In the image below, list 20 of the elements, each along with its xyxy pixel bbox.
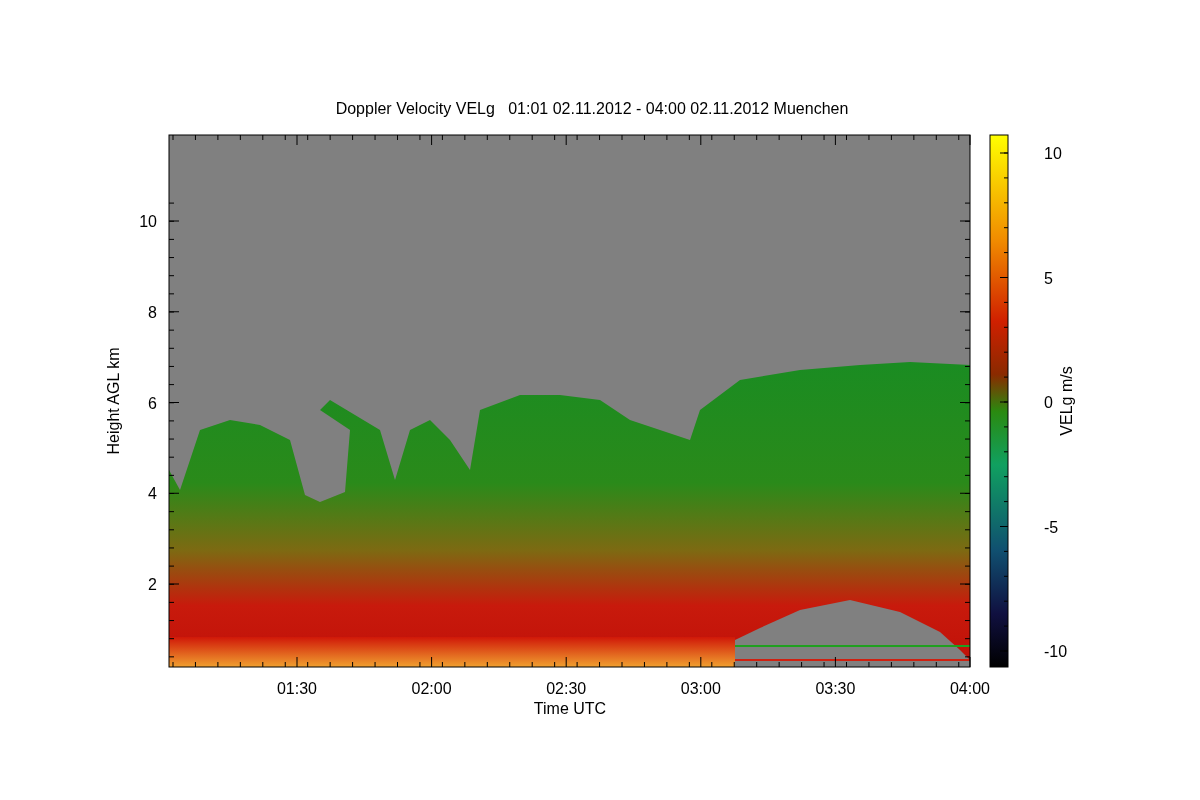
x-tick-label: 03:30: [815, 680, 856, 697]
y-tick-label: 10: [139, 213, 157, 230]
x-tick-label: 04:00: [950, 680, 990, 697]
colorbar-label: VELg m/s: [1058, 366, 1075, 436]
x-tick-label: 02:00: [411, 680, 452, 697]
x-tick-label: 01:30: [277, 680, 317, 697]
y-tick-label: 4: [148, 485, 157, 503]
y-tick-label: 8: [148, 303, 157, 321]
colorbar-tick-label: -10: [1044, 643, 1068, 660]
y-axis-label: Height AGL km: [105, 347, 122, 455]
chart-title: Doppler Velocity VELg 01:01 02.11.2012 - 04:00 02.11.2012 Muenchen: [335, 100, 849, 117]
colorbar-tick-label: 0: [1044, 394, 1053, 411]
colorbar-tick-label: 5: [1044, 269, 1053, 287]
y-tick-label: 2: [148, 576, 157, 593]
x-tick-label: 03:00: [680, 680, 721, 697]
colorbar-tick-label: 10: [1044, 145, 1062, 162]
x-tick-label: 02:30: [546, 680, 587, 697]
colorbar-tick-label: -5: [1044, 518, 1059, 536]
x-axis-label: Time UTC: [533, 700, 607, 717]
y-tick-label: 6: [148, 394, 157, 412]
